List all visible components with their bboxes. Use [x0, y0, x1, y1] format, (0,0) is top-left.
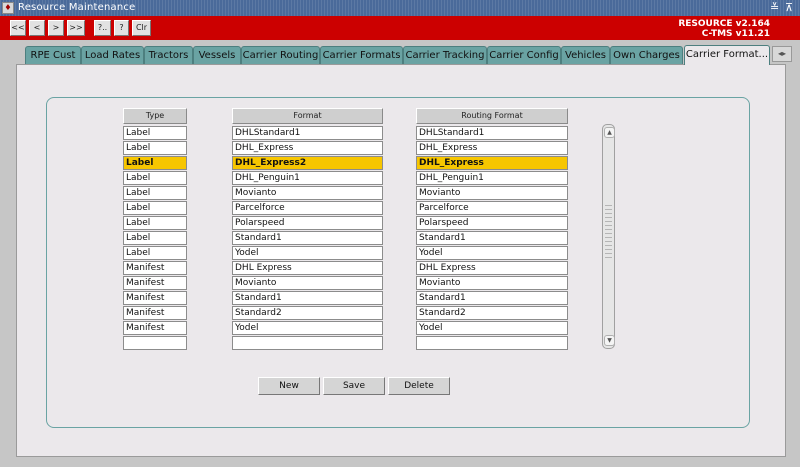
- type-cell[interactable]: Manifest: [123, 261, 187, 275]
- column-header-routing-format: Routing Format: [416, 108, 568, 124]
- type-cell[interactable]: Manifest: [123, 291, 187, 305]
- routing-format-cell[interactable]: DHL Express: [416, 261, 568, 275]
- routing-format-cell[interactable]: Parcelforce: [416, 201, 568, 215]
- column-header-format: Format: [232, 108, 383, 124]
- ctms-version: C-TMS v11.21: [701, 29, 770, 39]
- type-cell[interactable]: Label: [123, 126, 187, 140]
- scroll-grip[interactable]: [605, 205, 612, 260]
- type-cell[interactable]: Manifest: [123, 306, 187, 320]
- tab-rpe-cust[interactable]: RPE Cust: [25, 46, 81, 64]
- window-titlebar: ♦ Resource Maintenance ≚ ⊼: [0, 0, 800, 16]
- type-cell[interactable]: Label: [123, 246, 187, 260]
- scroll-up-icon[interactable]: ▲: [604, 127, 615, 138]
- routing-format-cell[interactable]: DHL_Penguin1: [416, 171, 568, 185]
- type-cell[interactable]: [123, 336, 187, 350]
- tab-tractors[interactable]: Tractors: [144, 46, 193, 64]
- format-cell[interactable]: Standard1: [232, 231, 383, 245]
- tab-load-rates[interactable]: Load Rates: [81, 46, 144, 64]
- tab-scroll-arrows-icon[interactable]: ◂▸: [772, 46, 792, 62]
- format-cell[interactable]: DHLStandard1: [232, 126, 383, 140]
- routing-format-cell[interactable]: Polarspeed: [416, 216, 568, 230]
- toolbar: << < > >> ?.. ? Clr RESOURCE v2.164 C-TM…: [0, 16, 800, 40]
- format-cell[interactable]: DHL Express: [232, 261, 383, 275]
- format-cell[interactable]: Yodel: [232, 246, 383, 260]
- tab-carrier-formats[interactable]: Carrier Formats: [320, 46, 403, 64]
- routing-format-cell[interactable]: Yodel: [416, 321, 568, 335]
- format-cell[interactable]: Yodel: [232, 321, 383, 335]
- minimize-icon[interactable]: ≚: [770, 1, 779, 15]
- format-cell[interactable]: Movianto: [232, 276, 383, 290]
- tab-vehicles[interactable]: Vehicles: [561, 46, 610, 64]
- help-button[interactable]: ?: [114, 20, 129, 36]
- type-cell[interactable]: Label: [123, 141, 187, 155]
- routing-format-cell[interactable]: Yodel: [416, 246, 568, 260]
- last-record-button[interactable]: >>: [67, 20, 85, 36]
- query-button[interactable]: ?..: [94, 20, 111, 36]
- format-cell[interactable]: Standard1: [232, 291, 383, 305]
- format-cell[interactable]: Standard2: [232, 306, 383, 320]
- type-cell[interactable]: Label: [123, 171, 187, 185]
- first-record-button[interactable]: <<: [10, 20, 26, 36]
- grid-scrollbar[interactable]: ▲ ▼: [602, 124, 615, 349]
- type-cell[interactable]: Label: [123, 186, 187, 200]
- type-cell[interactable]: Label: [123, 201, 187, 215]
- format-cell[interactable]: [232, 336, 383, 350]
- tab-carrier-format-active[interactable]: Carrier Format...: [684, 45, 770, 65]
- routing-format-cell[interactable]: Standard2: [416, 306, 568, 320]
- routing-format-cell[interactable]: [416, 336, 568, 350]
- app-version: RESOURCE v2.164 C-TMS v11.21: [678, 19, 770, 39]
- routing-format-cell[interactable]: Movianto: [416, 276, 568, 290]
- clear-button[interactable]: Clr: [132, 20, 151, 36]
- delete-button[interactable]: Delete: [388, 377, 450, 395]
- tab-vessels[interactable]: Vessels: [193, 46, 241, 64]
- format-cell[interactable]: Movianto: [232, 186, 383, 200]
- routing-format-cell[interactable]: Standard1: [416, 231, 568, 245]
- scroll-down-icon[interactable]: ▼: [604, 335, 615, 346]
- maximize-icon[interactable]: ⊼: [785, 1, 793, 15]
- routing-format-cell[interactable]: Movianto: [416, 186, 568, 200]
- type-cell[interactable]: Manifest: [123, 321, 187, 335]
- tab-carrier-routing[interactable]: Carrier Routing: [241, 46, 320, 64]
- routing-format-cell[interactable]: DHLStandard1: [416, 126, 568, 140]
- app-icon[interactable]: ♦: [2, 2, 14, 14]
- tab-carrier-config[interactable]: Carrier Config: [487, 46, 561, 64]
- format-cell[interactable]: Polarspeed: [232, 216, 383, 230]
- format-cell[interactable]: DHL_Express2: [232, 156, 383, 170]
- tab-own-charges[interactable]: Own Charges: [610, 46, 683, 64]
- new-button[interactable]: New: [258, 377, 320, 395]
- column-header-type: Type: [123, 108, 187, 124]
- tab-carrier-tracking[interactable]: Carrier Tracking: [403, 46, 487, 64]
- format-cell[interactable]: DHL_Express: [232, 141, 383, 155]
- next-record-button[interactable]: >: [48, 20, 64, 36]
- routing-format-cell[interactable]: Standard1: [416, 291, 568, 305]
- resource-version: RESOURCE v2.164: [678, 19, 770, 29]
- type-cell[interactable]: Manifest: [123, 276, 187, 290]
- window-title: Resource Maintenance: [18, 2, 136, 13]
- format-cell[interactable]: DHL_Penguin1: [232, 171, 383, 185]
- type-cell[interactable]: Label: [123, 156, 187, 170]
- type-cell[interactable]: Label: [123, 216, 187, 230]
- routing-format-cell[interactable]: DHL_Express: [416, 141, 568, 155]
- save-button[interactable]: Save: [323, 377, 385, 395]
- routing-format-cell[interactable]: DHL_Express: [416, 156, 568, 170]
- format-cell[interactable]: Parcelforce: [232, 201, 383, 215]
- type-cell[interactable]: Label: [123, 231, 187, 245]
- previous-record-button[interactable]: <: [29, 20, 45, 36]
